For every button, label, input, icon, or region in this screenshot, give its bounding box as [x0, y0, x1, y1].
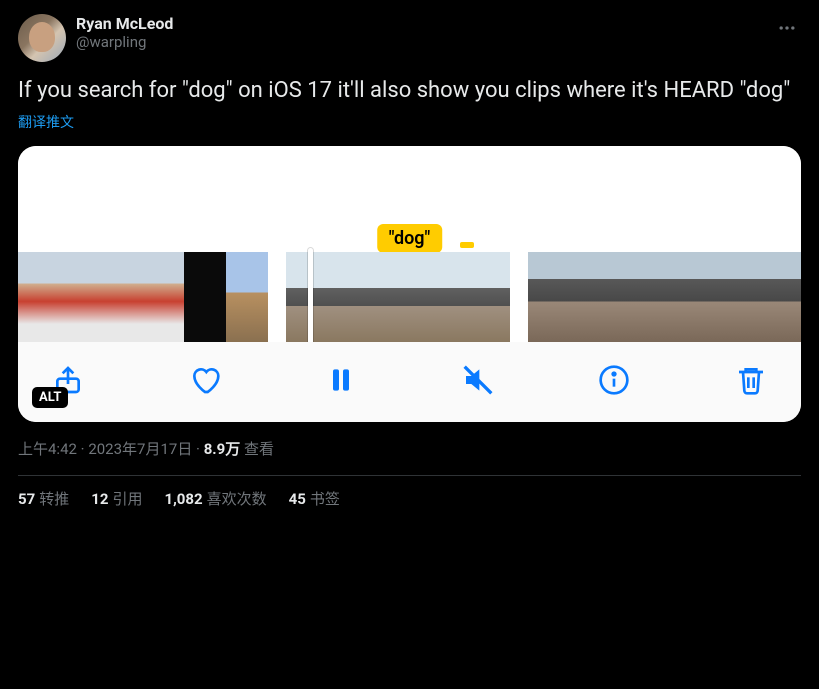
tweet-time[interactable]: 上午4:42 [18, 440, 77, 458]
thumbnail-frame [454, 252, 510, 342]
thumbnail-frame [342, 252, 398, 342]
caption-tag: "dog" [377, 224, 443, 253]
mute-icon[interactable] [462, 364, 494, 396]
tweet-text: If you search for "dog" on iOS 17 it'll … [18, 76, 801, 106]
thumbnail-frame [286, 252, 342, 342]
clip-group-1[interactable] [18, 252, 268, 342]
clip-group-2[interactable] [286, 252, 510, 342]
thumbnail-frame [628, 252, 678, 342]
user-block: Ryan McLeod @warpling [76, 14, 773, 51]
bookmarks-stat[interactable]: 45书签 [289, 488, 340, 509]
tweet-container: Ryan McLeod @warpling If you search for … [0, 0, 819, 523]
marker-icon [460, 242, 474, 248]
thumbnail-frame [18, 252, 58, 342]
pause-icon[interactable] [325, 364, 357, 396]
media-card[interactable]: "dog" [18, 146, 801, 422]
tweet-date[interactable]: 2023年7月17日 [88, 440, 192, 458]
trash-icon[interactable] [735, 364, 767, 396]
thumbnail-frame [678, 252, 728, 342]
thumbnail-frame [58, 252, 100, 342]
more-icon[interactable] [773, 14, 801, 46]
tweet-header: Ryan McLeod @warpling [18, 14, 801, 62]
thumbnail-frame [226, 252, 268, 342]
playhead[interactable] [308, 248, 313, 342]
thumbnail-frame [578, 252, 628, 342]
divider [18, 475, 801, 476]
tweet-meta: 上午4:42 · 2023年7月17日 · 8.9万 查看 [18, 438, 801, 459]
retweets-stat[interactable]: 57转推 [18, 488, 69, 509]
clip-group-3[interactable] [528, 252, 801, 342]
thumbnail-frame [398, 252, 454, 342]
thumbnail-frame [184, 252, 226, 342]
thumbnail-frame [778, 252, 801, 342]
stats-row: 57转推 12引用 1,082喜欢次数 45书签 [18, 488, 801, 509]
likes-stat[interactable]: 1,082喜欢次数 [164, 488, 266, 509]
avatar[interactable] [18, 14, 66, 62]
quotes-stat[interactable]: 12引用 [91, 488, 142, 509]
media-whitespace [18, 146, 801, 236]
info-icon[interactable] [598, 364, 630, 396]
thumbnail-frame [528, 252, 578, 342]
translate-link[interactable]: 翻译推文 [18, 112, 74, 132]
thumbnail-frame [100, 252, 142, 342]
video-timeline[interactable] [18, 236, 801, 342]
display-name[interactable]: Ryan McLeod [76, 14, 773, 33]
user-handle[interactable]: @warpling [76, 33, 773, 51]
views-label: 查看 [244, 440, 274, 458]
views-count: 8.9万 [204, 440, 241, 458]
heart-icon[interactable] [189, 364, 221, 396]
media-toolbar [18, 342, 801, 422]
alt-badge[interactable]: ALT [32, 387, 68, 408]
thumbnail-frame [142, 252, 184, 342]
thumbnail-frame [728, 252, 778, 342]
